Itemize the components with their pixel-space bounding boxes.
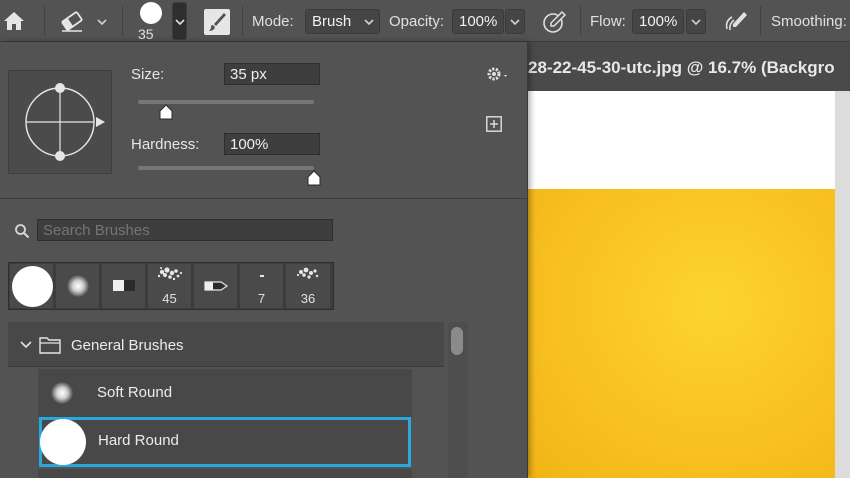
chevron-down-icon bbox=[175, 19, 185, 26]
size-input[interactable]: 35 px bbox=[224, 63, 320, 85]
eraser-icon bbox=[61, 11, 83, 32]
opacity-value: 100% bbox=[459, 13, 498, 30]
brush-settings-icon bbox=[209, 13, 226, 31]
preset-chisel[interactable] bbox=[194, 264, 238, 308]
mode-select[interactable]: Brush bbox=[305, 9, 380, 34]
hardness-input[interactable]: 100% bbox=[224, 133, 320, 155]
search-icon bbox=[15, 224, 30, 239]
flow-input[interactable]: 100% bbox=[632, 9, 684, 34]
hardness-value: 100% bbox=[230, 136, 269, 153]
brush-name: Hard Round bbox=[98, 432, 179, 449]
panel-divider bbox=[0, 198, 527, 199]
brush-item-soft-round[interactable]: Soft Round bbox=[38, 369, 412, 417]
airbrush-icon bbox=[725, 12, 747, 31]
smoothing-label: Smoothing: bbox=[771, 13, 847, 30]
spatter-tip bbox=[296, 267, 319, 279]
chevron-down-icon bbox=[691, 19, 701, 26]
chevron-down-icon bbox=[510, 19, 520, 26]
preset-size-label: 36 bbox=[300, 291, 316, 306]
flat-brush-tip bbox=[113, 280, 135, 291]
brush-size-label: 35 bbox=[138, 26, 154, 42]
preset-flat-brush[interactable] bbox=[102, 264, 146, 308]
hard-round-tip bbox=[12, 266, 53, 307]
tool-preset-picker[interactable] bbox=[58, 8, 110, 34]
canvas-image bbox=[528, 189, 835, 478]
chevron-down-icon bbox=[97, 19, 107, 26]
mode-label: Mode: bbox=[252, 13, 294, 30]
gear-icon bbox=[487, 67, 507, 81]
preset-tiny-7[interactable]: 7 bbox=[240, 264, 284, 308]
hard-round-tip bbox=[40, 419, 86, 465]
recent-brush-presets: 45 7 36 bbox=[8, 262, 334, 310]
brush-angle-widget[interactable] bbox=[8, 70, 112, 174]
chisel-tip bbox=[204, 281, 229, 291]
brush-list: General Brushes Soft Round Hard Round bbox=[8, 322, 468, 478]
chevron-down-icon bbox=[364, 19, 374, 26]
canvas[interactable] bbox=[528, 91, 850, 478]
preset-size-label: 45 bbox=[162, 291, 177, 306]
home-button[interactable] bbox=[2, 9, 26, 33]
brush-name: Soft Round bbox=[97, 384, 173, 401]
flow-dropdown[interactable] bbox=[686, 9, 706, 34]
brush-group-label: General Brushes bbox=[71, 337, 184, 354]
brush-settings-toggle[interactable] bbox=[204, 9, 230, 35]
brush-preset-picker[interactable]: 35 bbox=[132, 0, 190, 42]
pen-pressure-icon bbox=[543, 10, 567, 33]
chevron-down-icon bbox=[20, 341, 32, 349]
document-title: 28-22-45-30-utc.jpg @ 16.7% (Backgro bbox=[528, 58, 835, 77]
canvas-pasteboard bbox=[835, 91, 850, 478]
opacity-label: Opacity: bbox=[389, 13, 445, 30]
tiny-tip bbox=[260, 275, 264, 277]
brush-angle-icon bbox=[25, 83, 105, 161]
airbrush-button[interactable] bbox=[722, 9, 750, 35]
brush-preset-panel: Size: 35 px Hardness: 100% Search Brushe… bbox=[0, 42, 528, 478]
home-icon bbox=[4, 12, 24, 30]
size-slider-thumb[interactable] bbox=[159, 104, 173, 120]
brush-picker-toggle[interactable] bbox=[172, 2, 187, 40]
soft-round-tip bbox=[67, 275, 89, 297]
plus-square-icon bbox=[486, 116, 502, 132]
brush-list-scroll-thumb[interactable] bbox=[451, 327, 463, 355]
search-brushes-input[interactable] bbox=[37, 219, 333, 241]
spatter-tip bbox=[157, 267, 183, 281]
flow-label: Flow: bbox=[590, 13, 626, 30]
document-tab[interactable]: 28-22-45-30-utc.jpg @ 16.7% (Backgro bbox=[528, 42, 850, 91]
options-bar: 35 Mode: Brush Opacity: 100% Flow: 100% … bbox=[0, 0, 850, 42]
panel-settings-button[interactable] bbox=[484, 64, 512, 84]
flow-value: 100% bbox=[639, 13, 678, 30]
brush-group-general[interactable]: General Brushes bbox=[8, 322, 444, 367]
opacity-input[interactable]: 100% bbox=[452, 9, 504, 34]
preset-spatter-36[interactable]: 36 bbox=[286, 264, 330, 308]
folder-icon bbox=[39, 337, 61, 354]
preset-soft-round[interactable] bbox=[56, 264, 100, 308]
hardness-slider-track[interactable] bbox=[138, 166, 314, 170]
brush-tip-preview bbox=[140, 2, 162, 24]
soft-round-tip bbox=[51, 382, 73, 404]
new-preset-button[interactable] bbox=[486, 116, 502, 132]
preset-spatter-45[interactable]: 45 bbox=[148, 264, 192, 308]
brush-item-next[interactable] bbox=[38, 469, 412, 478]
pressure-opacity-button[interactable] bbox=[542, 9, 568, 35]
opacity-dropdown[interactable] bbox=[505, 9, 525, 34]
brush-item-hard-round[interactable]: Hard Round bbox=[39, 417, 411, 467]
mode-value: Brush bbox=[312, 13, 352, 30]
preset-size-label: 7 bbox=[257, 291, 266, 306]
hardness-slider-thumb[interactable] bbox=[307, 170, 321, 186]
preset-hard-round[interactable] bbox=[10, 264, 54, 308]
size-value: 35 px bbox=[230, 66, 267, 83]
size-label: Size: bbox=[131, 66, 165, 83]
hardness-label: Hardness: bbox=[131, 136, 200, 153]
